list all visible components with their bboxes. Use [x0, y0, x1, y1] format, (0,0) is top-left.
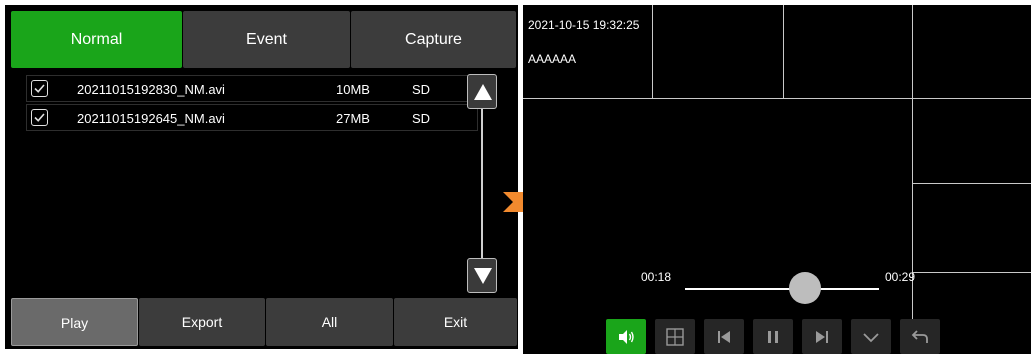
current-time: 00:18: [641, 270, 672, 284]
checkmark-icon: [34, 113, 45, 122]
file-list-panel: Normal Event Capture 20211015192830_NM.a…: [5, 5, 518, 349]
exit-button[interactable]: Exit: [394, 298, 517, 346]
export-button[interactable]: Export: [139, 298, 265, 346]
previous-icon: [718, 331, 730, 343]
file-storage: SD: [412, 82, 431, 97]
file-row[interactable]: 20211015192830_NM.avi 10MB SD: [26, 75, 478, 102]
more-button[interactable]: [851, 319, 891, 354]
video-player-panel: 2021-10-15 19:32:25 AAAAAA 00:18 00:29: [523, 5, 1031, 354]
play-button[interactable]: Play: [11, 298, 138, 346]
tab-capture-label: Capture: [405, 31, 462, 48]
file-name: 20211015192645_NM.avi: [77, 111, 225, 126]
file-size: 10MB: [336, 82, 370, 97]
progress-knob[interactable]: [789, 272, 822, 304]
export-button-label: Export: [181, 314, 223, 330]
all-button[interactable]: All: [266, 298, 393, 346]
tab-normal[interactable]: Normal: [11, 11, 182, 68]
pause-button[interactable]: [753, 319, 793, 354]
scroll-up-button[interactable]: [467, 74, 497, 109]
back-icon: [911, 330, 928, 343]
progress-track[interactable]: [685, 288, 879, 290]
volume-icon: [619, 330, 634, 344]
video-timestamp: 2021-10-15 19:32:25: [528, 18, 640, 32]
tab-capture[interactable]: Capture: [351, 11, 516, 68]
scroll-down-button[interactable]: [467, 258, 497, 293]
file-size: 27MB: [336, 111, 370, 126]
file-checkbox[interactable]: [31, 80, 48, 97]
chevron-down-icon: [863, 333, 879, 343]
grid-line: [912, 272, 1031, 273]
file-name: 20211015192830_NM.avi: [77, 82, 225, 97]
play-button-label: Play: [60, 315, 89, 331]
previous-button[interactable]: [704, 319, 744, 354]
grid-line: [783, 5, 784, 98]
triangle-down-icon: [474, 268, 492, 284]
tab-normal-label: Normal: [70, 31, 123, 48]
back-button[interactable]: [900, 319, 940, 354]
scroll-track[interactable]: [481, 109, 483, 258]
file-checkbox[interactable]: [31, 109, 48, 126]
all-button-label: All: [321, 314, 338, 330]
tab-event-label: Event: [246, 31, 287, 48]
triangle-up-icon: [474, 84, 492, 100]
channel-label: AAAAAA: [528, 52, 577, 66]
grid-line: [523, 98, 1031, 99]
exit-button-label: Exit: [443, 314, 468, 330]
split-screen-button[interactable]: [655, 319, 695, 354]
volume-button[interactable]: [606, 319, 646, 354]
grid-line: [912, 183, 1031, 184]
grid-line: [912, 5, 913, 354]
split-screen-icon: [666, 328, 684, 346]
pause-icon: [768, 331, 778, 343]
checkmark-icon: [34, 84, 45, 93]
next-button[interactable]: [802, 319, 842, 354]
file-row[interactable]: 20211015192645_NM.avi 27MB SD: [26, 104, 478, 131]
tab-event[interactable]: Event: [183, 11, 350, 68]
next-icon: [816, 331, 828, 343]
grid-line: [652, 5, 653, 98]
file-storage: SD: [412, 111, 431, 126]
total-time: 00:29: [885, 270, 916, 284]
